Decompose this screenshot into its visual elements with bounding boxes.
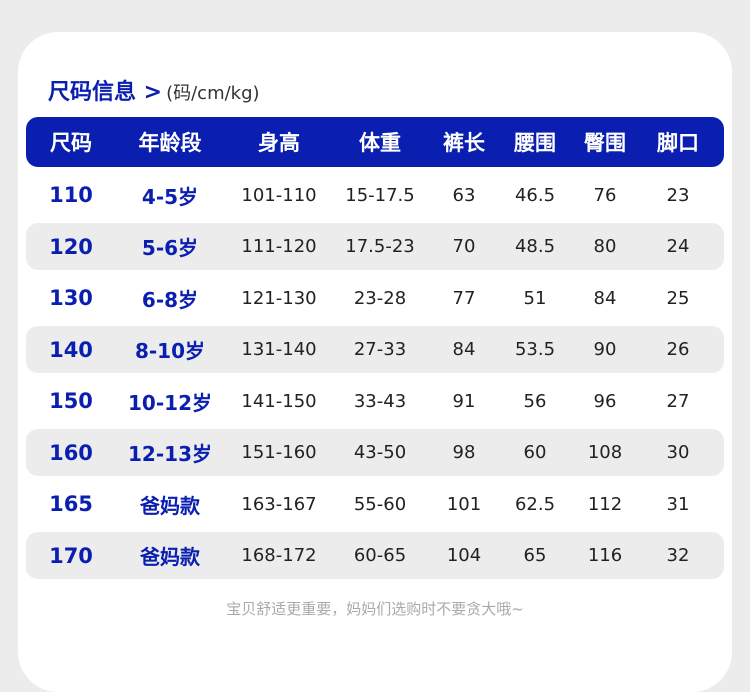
table-header: 尺码 年龄段 身高 体重 裤长 腰围 臀围 脚口 (26, 117, 724, 167)
size-table: 尺码 年龄段 身高 体重 裤长 腰围 臀围 脚口 110 4-5岁 101-11… (26, 117, 724, 579)
header-size: 尺码 (50, 131, 92, 155)
cell-height: 151-160 (241, 442, 317, 463)
cell-leg-opening: 31 (666, 493, 690, 515)
cell-hip: 112 (587, 493, 623, 515)
cell-pants-length: 91 (452, 390, 476, 412)
title-main: 尺码信息 > (48, 80, 163, 105)
cell-pants-length: 101 (446, 493, 482, 515)
table-row: 160 12-13岁 151-160 43-50 98 60 108 30 (26, 429, 724, 476)
cell-hip: 116 (587, 545, 623, 566)
cell-size: 170 (49, 543, 93, 568)
cell-hip: 90 (593, 339, 617, 360)
cell-weight: 27-33 (353, 339, 407, 360)
cell-hip: 96 (593, 390, 617, 412)
cell-hip: 80 (593, 236, 617, 257)
cell-height: 111-120 (241, 236, 317, 257)
table-row: 130 6-8岁 121-130 23-28 77 51 84 25 (26, 275, 724, 322)
cell-waist: 51 (523, 287, 547, 309)
cell-weight: 43-50 (353, 442, 407, 463)
table-row: 110 4-5岁 101-110 15-17.5 63 46.5 76 23 (26, 172, 724, 219)
cell-height: 101-110 (241, 184, 317, 206)
cell-height: 168-172 (241, 545, 317, 566)
cell-size: 160 (49, 440, 93, 465)
cell-height: 121-130 (241, 287, 317, 309)
cell-age: 5-6岁 (141, 236, 199, 260)
cell-size: 120 (49, 234, 93, 259)
cell-height: 131-140 (241, 339, 317, 360)
cell-hip: 84 (593, 287, 617, 309)
cell-leg-opening: 25 (666, 287, 690, 309)
cell-leg-opening: 26 (666, 339, 690, 360)
cell-weight: 23-28 (353, 287, 407, 309)
header-weight: 体重 (359, 131, 401, 155)
cell-waist: 65 (523, 545, 547, 566)
cell-age: 4-5岁 (141, 184, 199, 209)
table-row: 120 5-6岁 111-120 17.5-23 70 48.5 80 24 (26, 223, 724, 270)
cell-size: 130 (49, 286, 93, 310)
cell-leg-opening: 30 (666, 442, 690, 463)
cell-height: 141-150 (241, 390, 317, 412)
cell-size: 150 (49, 389, 93, 413)
cell-waist: 48.5 (514, 236, 556, 257)
cell-size: 110 (49, 183, 93, 207)
cell-waist: 53.5 (514, 339, 556, 360)
cell-hip: 108 (587, 442, 623, 463)
cell-waist: 46.5 (514, 184, 556, 206)
cell-weight: 55-60 (353, 493, 407, 515)
cell-height: 163-167 (241, 493, 317, 515)
section-title: 尺码信息 > (码/cm/kg) (48, 74, 260, 108)
cell-weight: 60-65 (353, 545, 407, 566)
cell-weight: 33-43 (353, 390, 407, 412)
cell-pants-length: 70 (452, 236, 476, 257)
cell-pants-length: 104 (446, 545, 482, 566)
header-age: 年龄段 (138, 131, 202, 155)
cell-size: 140 (49, 337, 93, 362)
table-row: 140 8-10岁 131-140 27-33 84 53.5 90 26 (26, 326, 724, 373)
cell-age: 8-10岁 (134, 339, 206, 363)
cell-age: 10-12岁 (128, 390, 212, 415)
footer-note: 宝贝舒适更重要，妈妈们选购时不要贪大哦~ (226, 600, 524, 618)
cell-leg-opening: 24 (666, 236, 690, 257)
cell-age: 12-13岁 (128, 442, 212, 466)
header-waist: 腰围 (514, 131, 556, 155)
cell-leg-opening: 32 (666, 545, 690, 566)
table-row: 170 爸妈款 168-172 60-65 104 65 116 32 (26, 532, 724, 579)
cell-pants-length: 84 (452, 339, 476, 360)
cell-waist: 56 (523, 390, 547, 412)
header-height: 身高 (258, 131, 300, 155)
cell-leg-opening: 27 (666, 390, 690, 412)
cell-age: 6-8岁 (141, 287, 199, 312)
header-hip: 臀围 (584, 131, 626, 155)
cell-leg-opening: 23 (666, 184, 690, 206)
header-pants-length: 裤长 (443, 131, 485, 155)
cell-pants-length: 63 (452, 184, 476, 206)
cell-weight: 17.5-23 (345, 236, 415, 257)
cell-age: 爸妈款 (140, 545, 200, 569)
cell-size: 165 (49, 492, 93, 516)
cell-waist: 60 (523, 442, 547, 463)
cell-pants-length: 77 (452, 287, 476, 309)
table-row: 165 爸妈款 163-167 55-60 101 62.5 112 31 (26, 481, 724, 528)
cell-age: 爸妈款 (140, 493, 200, 518)
cell-hip: 76 (593, 184, 617, 206)
header-leg-opening: 脚口 (657, 131, 699, 155)
cell-pants-length: 98 (452, 442, 476, 463)
cell-waist: 62.5 (514, 493, 556, 515)
table-row: 150 10-12岁 141-150 33-43 91 56 96 27 (26, 378, 724, 425)
cell-weight: 15-17.5 (345, 184, 415, 206)
title-units: (码/cm/kg) (166, 83, 260, 104)
